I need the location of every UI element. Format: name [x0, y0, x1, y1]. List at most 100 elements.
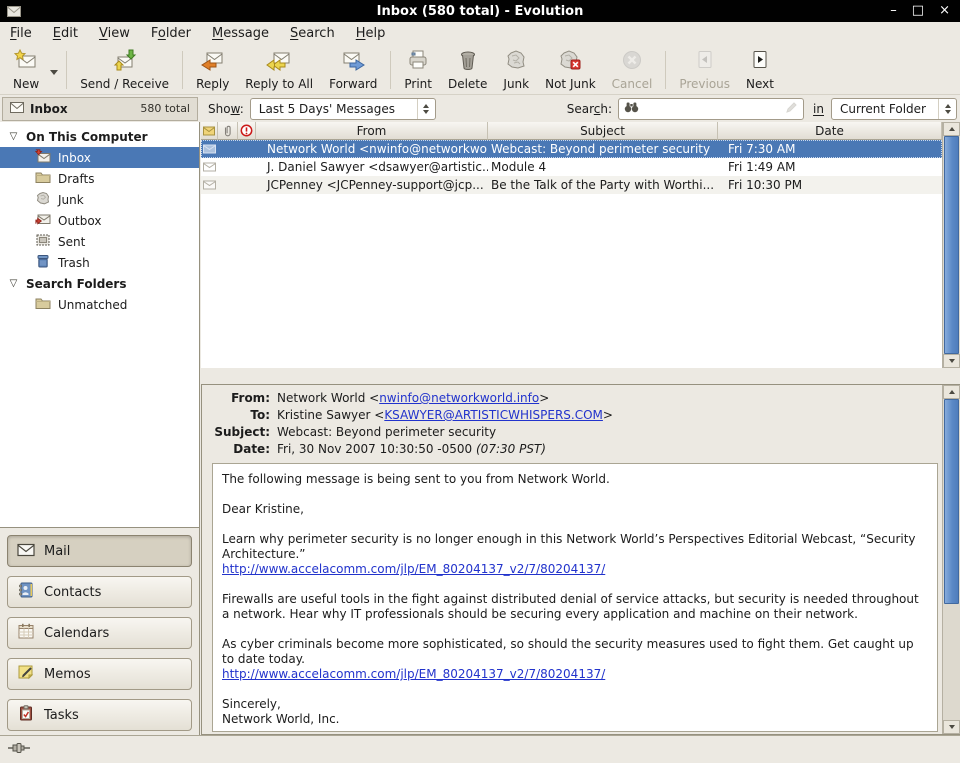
webcast-link[interactable]: http://www.accelacomm.com/jlp/EM_8020413…	[222, 667, 605, 681]
send-receive-icon	[113, 49, 137, 74]
previous-button[interactable]: Previous	[671, 47, 738, 93]
new-button[interactable]: New	[5, 47, 47, 93]
menu-edit[interactable]: Edit	[53, 26, 78, 41]
message-list: From Subject Date Network World <nwinfo@…	[201, 122, 960, 368]
folder-sidebar: ▽ On This Computer Inbox Drafts Junk Out…	[0, 122, 200, 735]
body-paragraph: Learn why perimeter security is no longe…	[222, 532, 928, 562]
body-signature: Network World, Inc.	[222, 712, 928, 727]
tree-section-search-folders[interactable]: ▽ Search Folders	[0, 273, 199, 294]
message-row[interactable]: JCPenney <JCPenney-support@jcp... Be the…	[201, 176, 942, 194]
message-date: Fri 7:30 AM	[718, 142, 942, 156]
message-rows: Network World <nwinfo@networkwor... Webc…	[201, 140, 942, 194]
current-folder-header: Inbox 580 total	[2, 97, 198, 121]
memo-icon	[17, 664, 35, 684]
content-area: From Subject Date Network World <nwinfo@…	[201, 122, 960, 735]
message-subject: Webcast: Beyond perimeter security	[488, 142, 718, 156]
sidebar-item-trash[interactable]: Trash	[0, 252, 199, 273]
not-junk-button[interactable]: Not Junk	[537, 47, 604, 93]
status-column-header[interactable]	[201, 122, 218, 140]
date-column-header[interactable]: Date	[718, 122, 942, 140]
folder-tree: ▽ On This Computer Inbox Drafts Junk Out…	[0, 122, 199, 527]
sidebar-item-drafts[interactable]: Drafts	[0, 168, 199, 189]
scroll-down-button[interactable]	[943, 720, 960, 734]
delete-icon	[456, 49, 480, 74]
cancel-button[interactable]: Cancel	[604, 47, 661, 93]
scroll-up-button[interactable]	[943, 385, 960, 399]
scroll-up-button[interactable]	[943, 122, 960, 136]
menu-search[interactable]: Search	[290, 26, 335, 41]
forward-button[interactable]: Forward	[321, 47, 385, 93]
expander-icon: ▽	[8, 132, 19, 142]
preview-scrollbar	[942, 385, 960, 734]
switcher-calendars-button[interactable]: Calendars	[7, 617, 192, 649]
scroll-down-button[interactable]	[943, 354, 960, 368]
reply-icon	[201, 49, 225, 74]
search-entry[interactable]	[618, 98, 804, 120]
from-email-link[interactable]: nwinfo@networkworld.info	[379, 391, 539, 405]
folder-icon	[35, 296, 51, 313]
body-paragraph: Firewalls are useful tools in the fight …	[222, 592, 928, 622]
subject-value: Webcast: Beyond perimeter security	[277, 424, 496, 441]
print-icon	[406, 49, 430, 74]
attachment-column-header[interactable]	[218, 122, 238, 140]
preview-pane: From: Network World <nwinfo@networkworld…	[201, 384, 960, 735]
current-folder-name: Inbox	[30, 102, 68, 116]
forward-icon	[341, 49, 365, 74]
important-column-header[interactable]	[238, 122, 256, 140]
menu-help[interactable]: Help	[356, 26, 386, 41]
toolbar: New Send / Receive Reply Reply to All Fo…	[0, 45, 960, 95]
app-envelope-icon	[7, 6, 21, 17]
maximize-button[interactable]: □	[912, 0, 924, 22]
menu-view[interactable]: View	[99, 26, 130, 41]
from-label: From:	[210, 390, 270, 407]
new-dropdown-arrow[interactable]	[47, 53, 61, 93]
search-label: Search:	[567, 102, 612, 116]
sidebar-item-junk[interactable]: Junk	[0, 189, 199, 210]
date-label: Date:	[210, 441, 270, 458]
inbox-icon	[35, 149, 51, 166]
junk-icon	[504, 49, 528, 74]
webcast-link[interactable]: http://www.accelacomm.com/jlp/EM_8020413…	[222, 562, 605, 576]
body-signature: Sincerely,	[222, 697, 928, 712]
pane-splitter[interactable]	[201, 368, 960, 384]
close-button[interactable]: ×	[939, 0, 950, 22]
switcher-tasks-button[interactable]: Tasks	[7, 699, 192, 731]
scrollbar-thumb[interactable]	[944, 136, 959, 354]
menu-file[interactable]: File	[10, 26, 32, 41]
tree-section-on-this-computer[interactable]: ▽ On This Computer	[0, 126, 199, 147]
inbox-envelope-icon	[10, 102, 24, 116]
message-row[interactable]: J. Daniel Sawyer <dsawyer@artistic... Mo…	[201, 158, 942, 176]
sidebar-item-inbox[interactable]: Inbox	[0, 147, 199, 168]
menu-message[interactable]: Message	[212, 26, 269, 41]
send-receive-button[interactable]: Send / Receive	[72, 47, 177, 93]
online-status-plug-icon[interactable]	[8, 742, 34, 757]
switcher-mail-button[interactable]: Mail	[7, 535, 192, 567]
cancel-icon	[620, 49, 644, 74]
to-label: To:	[210, 407, 270, 424]
sidebar-item-unmatched[interactable]: Unmatched	[0, 294, 199, 315]
print-button[interactable]: Print	[396, 47, 440, 93]
menu-folder[interactable]: Folder	[151, 26, 191, 41]
from-column-header[interactable]: From	[256, 122, 488, 140]
switcher-memos-button[interactable]: Memos	[7, 658, 192, 690]
junk-button[interactable]: Junk	[495, 47, 537, 93]
search-scope-dropdown[interactable]: Current Folder	[831, 98, 957, 120]
calendar-icon	[17, 623, 35, 643]
read-envelope-icon	[201, 162, 218, 172]
switcher-contacts-button[interactable]: Contacts	[7, 576, 192, 608]
scrollbar-thumb[interactable]	[944, 399, 959, 604]
message-row[interactable]: Network World <nwinfo@networkwor... Webc…	[201, 140, 942, 158]
reply-button[interactable]: Reply	[188, 47, 237, 93]
minimize-button[interactable]: –	[890, 0, 897, 22]
subject-column-header[interactable]: Subject	[488, 122, 718, 140]
reply-all-button[interactable]: Reply to All	[237, 47, 321, 93]
sidebar-item-sent[interactable]: Sent	[0, 231, 199, 252]
next-button[interactable]: Next	[738, 47, 782, 93]
toolbar-separator	[66, 51, 67, 89]
search-clear-icon[interactable]	[786, 101, 798, 116]
show-filter-dropdown[interactable]: Last 5 Days' Messages	[250, 98, 436, 120]
search-input[interactable]	[643, 102, 782, 116]
delete-button[interactable]: Delete	[440, 47, 495, 93]
sidebar-item-outbox[interactable]: Outbox	[0, 210, 199, 231]
to-email-link[interactable]: KSAWYER@ARTISTICWHISPERS.COM	[384, 408, 603, 422]
